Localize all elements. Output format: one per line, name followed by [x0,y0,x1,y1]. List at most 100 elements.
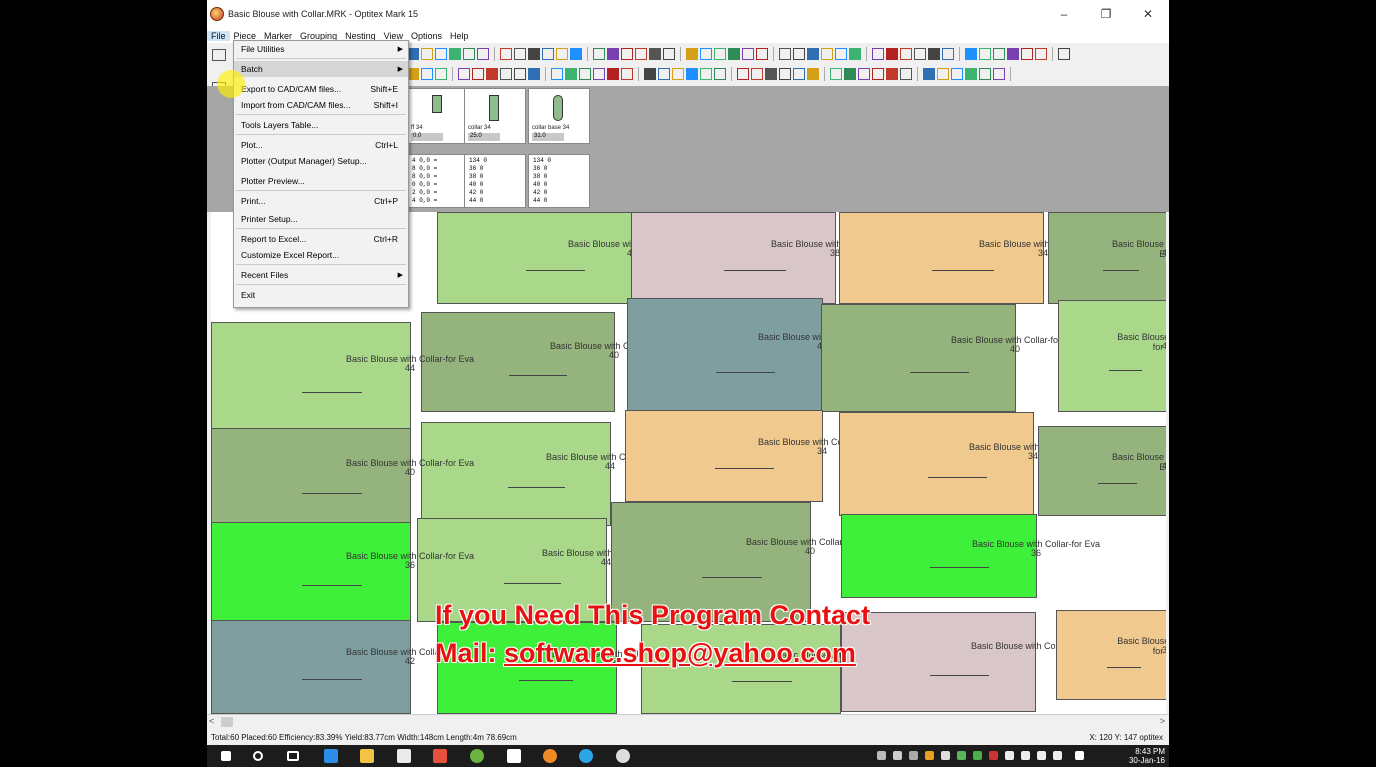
toolbar-tool-icon[interactable] [714,68,726,80]
toolbar-tool-icon[interactable] [528,48,540,60]
search-icon[interactable] [253,751,263,761]
toolbar-tool-icon[interactable] [993,68,1005,80]
tray-icon[interactable] [877,751,886,760]
toolbar-tool-icon[interactable] [765,68,777,80]
file-menu-item-import-from-cad-cam-files[interactable]: Import from CAD/CAM files... Shift+I [234,97,408,113]
pattern-piece[interactable]: Basic Blouse with Collar-for Eva42 [627,298,886,416]
pattern-piece[interactable]: Basic Blouse with Collar-for Eva44 [1058,300,1166,412]
toolbar-tool-icon[interactable] [449,48,461,60]
toolbar-tool-icon[interactable] [635,48,647,60]
toolbar-tool-icon[interactable] [514,68,526,80]
system-clock[interactable]: 8:43 PM 30-Jan-16 [1129,747,1165,765]
pattern-piece[interactable]: Basic Blouse with Collar-for Eva34 [1056,610,1166,700]
toolbar-tool-icon[interactable] [951,68,963,80]
tray-icon[interactable] [973,751,982,760]
notifications-icon[interactable] [1075,751,1084,760]
file-menu-item-batch[interactable]: Batch ▶ [234,61,408,77]
file-menu-item-file-utilities[interactable]: File Utilities ▶ [234,41,408,57]
toolbar-tool-icon[interactable] [737,68,749,80]
toolbar-tool-icon[interactable] [900,48,912,60]
toolbar-tool-icon[interactable] [914,48,926,60]
pattern-piece[interactable]: Basic Blouse with Collar-for Eva34 [839,412,1097,516]
toolbar-tool-icon[interactable] [937,68,949,80]
piece-card[interactable]: collar base 34 31.0 [528,88,590,144]
horizontal-scrollbar[interactable]: < > [207,714,1169,729]
toolbar-tool-icon[interactable] [607,68,619,80]
menu-help[interactable]: Help [446,31,473,41]
toolbar-tool-icon[interactable] [579,68,591,80]
toolbar-tool-icon[interactable] [458,68,470,80]
pattern-piece[interactable]: Basic Blouse with Collar-for Eva [841,612,1099,712]
toolbar-tool-icon[interactable] [421,68,433,80]
file-menu-item-print[interactable]: Print... Ctrl+P [234,193,408,209]
toolbar-tool-icon[interactable] [421,48,433,60]
pattern-piece[interactable]: Basic Blouse with Collar-for Eva40 [1048,212,1166,304]
toolbar-tool-icon[interactable] [979,48,991,60]
maximize-button[interactable]: ❐ [1085,0,1127,28]
file-menu-item-recent-files[interactable]: Recent Files ▶ [234,267,408,283]
file-menu-item-plotter-output-manager-setup[interactable]: Plotter (Output Manager) Setup... [234,153,408,169]
file-menu-item-tools-layers-table[interactable]: Tools Layers Table... [234,117,408,133]
toolbar-tool-icon[interactable] [621,48,633,60]
toolbar-tool-icon[interactable] [672,68,684,80]
toolbar-tool-icon[interactable] [593,48,605,60]
toolbar-tool-icon[interactable] [793,68,805,80]
toolbar-tool-icon[interactable] [551,68,563,80]
toolbar-tool-icon[interactable] [728,48,740,60]
toolbar-tool-icon[interactable] [514,48,526,60]
toolbar-tool-icon[interactable] [649,48,661,60]
pattern-piece[interactable]: Basic Blouse with Collar-for Eva34 [625,410,886,502]
menu-grouping[interactable]: Grouping [296,31,341,41]
tray-icon[interactable] [957,751,966,760]
file-menu-item-export-to-cad-cam-files[interactable]: Export to CAD/CAM files... Shift+E [234,81,408,97]
file-menu-item-plotter-preview[interactable]: Plotter Preview... [234,173,408,189]
wifi-icon[interactable] [1037,751,1046,760]
tray-icon[interactable] [1005,751,1014,760]
toolbar-tool-icon[interactable] [886,48,898,60]
mail-icon[interactable] [507,749,521,763]
pattern-piece[interactable]: Basic Blouse with Collar-for Eva44 [211,322,474,434]
toolbar-tool-icon[interactable] [686,48,698,60]
menu-piece[interactable]: Piece [230,31,261,41]
toolbar-tool-icon[interactable] [435,48,447,60]
toolbar-tool-icon[interactable] [807,68,819,80]
tray-icon[interactable] [941,751,950,760]
file-menu-item-customize-excel-report[interactable]: Customize Excel Report... [234,247,408,263]
toolbar-tool-icon[interactable] [556,48,568,60]
media-player-icon[interactable] [433,749,447,763]
toolbar-tool-icon[interactable] [942,48,954,60]
toolbar-tool-icon[interactable] [663,48,675,60]
file-explorer-icon[interactable] [360,749,374,763]
toolbar-tool-icon[interactable] [900,68,912,80]
toolbar-tool-icon[interactable] [528,68,540,80]
toolbar-tool-icon[interactable] [463,48,475,60]
volume-icon[interactable] [1053,751,1062,760]
toolbar-tool-icon[interactable] [1035,48,1047,60]
toolbar-tool-icon[interactable] [472,68,484,80]
toolbar-tool-icon[interactable] [835,48,847,60]
toolbar-tool-icon[interactable] [435,68,447,80]
toolbar-tool-icon[interactable] [593,68,605,80]
file-menu-item-plot[interactable]: Plot... Ctrl+L [234,137,408,153]
toolbar-tool-icon[interactable] [872,68,884,80]
toolbar-tool-icon[interactable] [821,48,833,60]
pattern-piece[interactable]: Basic Blouse with Collar-for Eva 36 [841,514,1100,598]
toolbar-tool-icon[interactable] [779,68,791,80]
toolbar-tool-icon[interactable] [830,68,842,80]
toolbar-tool-icon[interactable] [714,48,726,60]
toolbar-tool-icon[interactable] [542,48,554,60]
toolbar-tool-icon[interactable] [686,68,698,80]
toolbar-tool-icon[interactable] [658,68,670,80]
toolbar-tool-icon[interactable] [500,68,512,80]
menu-options[interactable]: Options [407,31,446,41]
scroll-thumb[interactable] [221,717,233,727]
windows-start-icon[interactable] [221,751,231,761]
scroll-left-icon[interactable]: < [209,716,214,726]
toolbar-tool-icon[interactable] [858,68,870,80]
pattern-piece[interactable]: Basic Blouse with Collar-for Eva40 [211,428,474,532]
toolbar-tool-icon[interactable] [621,68,633,80]
close-button[interactable]: ✕ [1127,0,1169,28]
toolbar-tool-icon[interactable] [965,68,977,80]
menu-file[interactable]: File [207,30,230,41]
pattern-piece[interactable]: Basic Blouse with Collar-for Eva40 [821,304,1079,412]
